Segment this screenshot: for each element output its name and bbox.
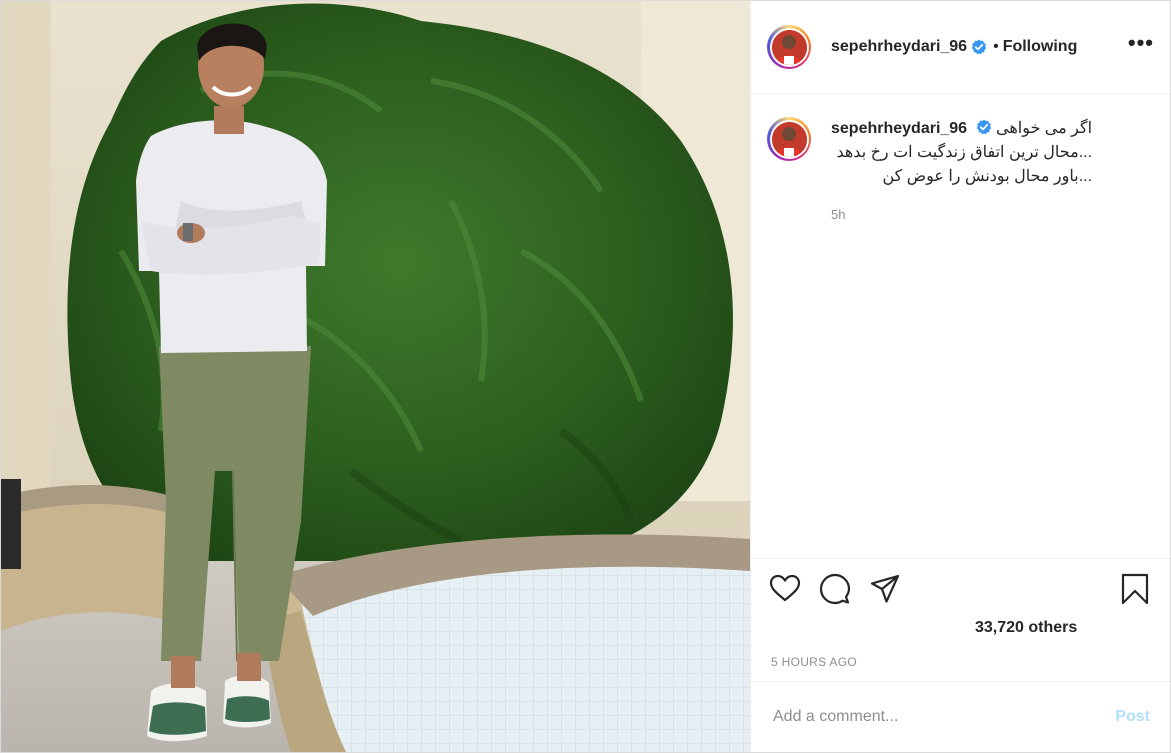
comment-bubble-icon[interactable] — [819, 573, 851, 605]
caption-avatar-image — [771, 121, 807, 157]
comment-input[interactable] — [771, 707, 1108, 727]
actions-section: 33,720 others 5 HOURS AGO — [751, 558, 1170, 699]
post-photo-image — [1, 1, 750, 752]
verified-badge-icon — [971, 39, 987, 55]
post-photo[interactable] — [1, 1, 750, 752]
caption-username[interactable]: sepehrheydari_96 — [831, 120, 967, 137]
post-sidebar: sepehrheydari_96 • Following ••• sepehrh… — [750, 1, 1170, 752]
more-options-icon[interactable]: ••• — [1128, 32, 1154, 62]
avatar-image — [771, 29, 807, 65]
caption-line-2: ...محال ترین اتفاق زندگیت ات رخ بدهد — [836, 144, 1093, 161]
caption-line-3: ...باور محال بودنش را عوض کن — [882, 168, 1093, 185]
post-header: sepehrheydari_96 • Following ••• — [751, 1, 1170, 94]
post-container: sepehrheydari_96 • Following ••• sepehrh… — [0, 0, 1171, 753]
post-timestamp[interactable]: 5 HOURS AGO — [771, 655, 857, 669]
heart-icon[interactable] — [769, 573, 801, 605]
comment-bar: Post — [751, 681, 1170, 752]
caption-line-1: اگر می خواهی — [995, 120, 1093, 137]
caption-text: sepehrheydari_96 اگر می خواهی ...محال تر… — [831, 117, 1092, 227]
profile-avatar[interactable] — [767, 25, 811, 69]
post-comment-button[interactable]: Post — [1115, 708, 1150, 726]
header-separator: • — [993, 38, 999, 55]
caption-timestamp[interactable]: 5h — [831, 203, 1092, 227]
caption-verified-badge-icon — [976, 119, 991, 135]
header-username[interactable]: sepehrheydari_96 — [831, 38, 967, 56]
paper-plane-icon[interactable] — [869, 573, 901, 605]
caption-block: sepehrheydari_96 اگر می خواهی ...محال تر… — [767, 117, 1154, 227]
likes-count[interactable]: 33,720 others — [975, 619, 1077, 637]
caption-avatar[interactable] — [767, 117, 811, 161]
bookmark-icon[interactable] — [1119, 573, 1151, 605]
following-button[interactable]: Following — [1003, 38, 1078, 56]
